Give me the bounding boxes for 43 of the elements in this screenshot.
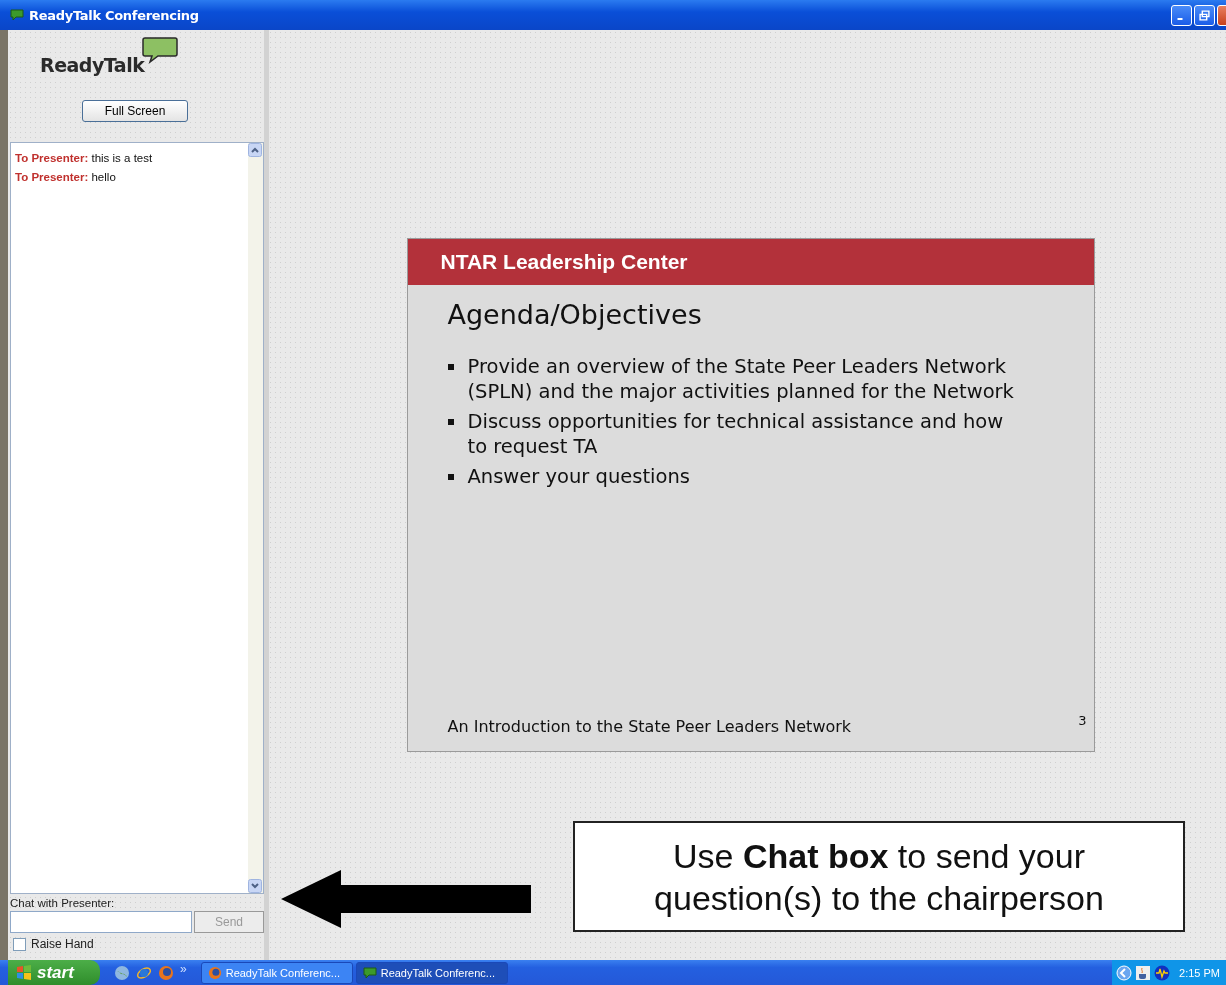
restore-button[interactable] bbox=[1194, 4, 1215, 26]
chat-message: To Presenter: hello bbox=[15, 170, 117, 185]
globe-icon[interactable] bbox=[114, 964, 130, 981]
chat-input-field[interactable] bbox=[10, 911, 192, 933]
speech-bubble-icon bbox=[362, 965, 377, 980]
start-button[interactable]: start bbox=[8, 960, 100, 985]
callout-text: Use Chat box to send your question(s) to the chairperson bbox=[573, 821, 1185, 932]
minimize-button[interactable] bbox=[1171, 4, 1192, 26]
full-screen-button[interactable]: Full Screen bbox=[82, 100, 188, 122]
windows-flag-icon bbox=[16, 964, 32, 981]
more-chevron[interactable]: » bbox=[180, 961, 187, 976]
browser-e-icon[interactable] bbox=[136, 964, 152, 981]
java-cup-icon[interactable] bbox=[1135, 964, 1152, 981]
bullet-icon bbox=[447, 419, 454, 425]
scrollbar[interactable] bbox=[248, 143, 263, 893]
bullet-text: Provide an overview of the State Peer Leaders Network (SPLN) and the major activities planned for the Network bbox=[467, 354, 1015, 404]
bullet-icon bbox=[447, 474, 454, 480]
taskbar-button[interactable]: ReadyTalk Conferenc... bbox=[355, 961, 508, 984]
chat-message: To Presenter: this is a test bbox=[15, 151, 154, 166]
bullet-icon bbox=[447, 364, 454, 370]
fox-globe-icon bbox=[207, 965, 222, 980]
arrow-icon bbox=[279, 868, 533, 930]
fox-globe-icon[interactable] bbox=[158, 964, 174, 981]
chevron-left-icon[interactable] bbox=[1116, 964, 1133, 981]
chat-label: Chat with Presenter: bbox=[10, 897, 116, 909]
scroll-down-icon[interactable] bbox=[248, 879, 262, 893]
slide-title: Agenda/Objectives bbox=[447, 299, 703, 330]
taskbar-button[interactable]: ReadyTalk Conferenc... bbox=[200, 961, 353, 984]
readytalk-logo: ReadyTalk bbox=[40, 36, 186, 80]
scroll-up-icon[interactable] bbox=[248, 143, 262, 157]
clock: 2:15 PM bbox=[1179, 966, 1220, 979]
slide-header: NTAR Leadership Center bbox=[407, 239, 1094, 285]
slide-footer: An Introduction to the State Peer Leaders Network bbox=[447, 717, 852, 736]
window-title: ReadyTalk Conferencing bbox=[29, 7, 199, 23]
bullet-text: Discuss opportunities for technical assistance and how to request TA bbox=[467, 409, 1005, 459]
speech-bubble-icon bbox=[10, 9, 24, 21]
waveform-icon[interactable] bbox=[1154, 964, 1171, 981]
minimize-icon bbox=[1177, 17, 1183, 20]
restore-icon bbox=[1199, 9, 1210, 21]
raise-hand-label: Raise Hand bbox=[31, 937, 94, 951]
raise-hand-checkbox[interactable] bbox=[13, 937, 26, 951]
page-number: 3 bbox=[1078, 713, 1087, 728]
bullet-text: Answer your questions bbox=[467, 464, 690, 489]
